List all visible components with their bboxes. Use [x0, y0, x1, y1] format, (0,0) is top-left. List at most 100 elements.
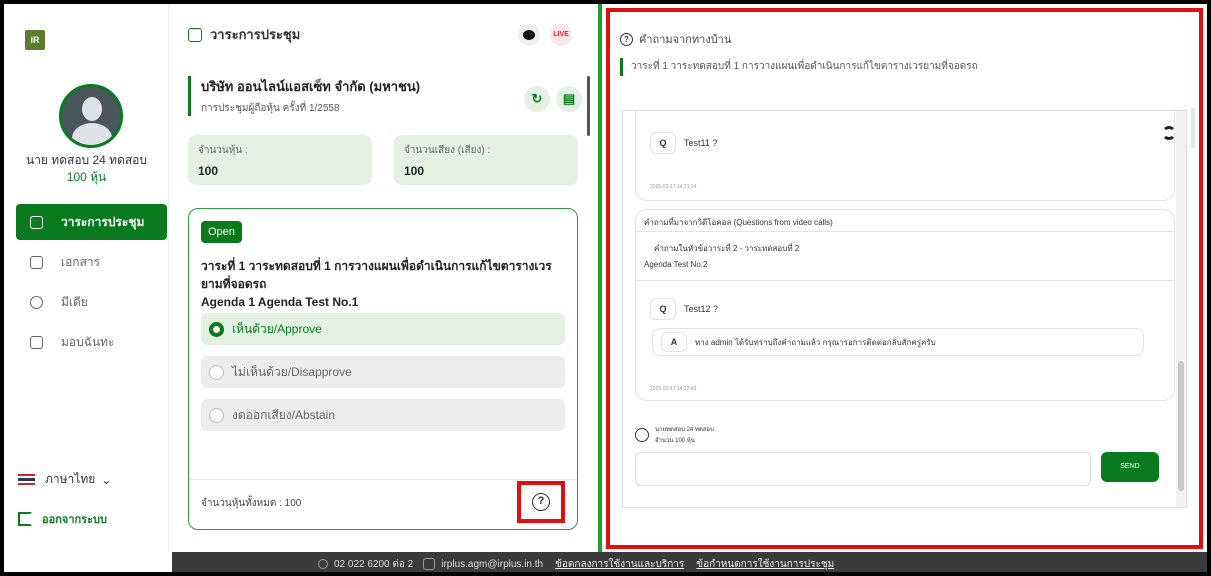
panel-divider[interactable]: [598, 4, 602, 552]
sidebar-item-label: มีเดีย: [61, 294, 88, 309]
live-icon[interactable]: LIVE: [550, 24, 572, 46]
media-icon: [30, 295, 43, 309]
video-call-agenda: คำถามในหัวข้อวาระที่ 2 - วาระทดสอบที่ 2: [654, 244, 800, 253]
user-avatar: [59, 84, 123, 148]
sidebar-item-proxy[interactable]: มอบฉันทะ: [16, 322, 167, 362]
meeting-terms-link[interactable]: ข้อกำหนดการใช้งานการประชุม: [696, 557, 834, 572]
logout-button[interactable]: ออกจากระบบ: [18, 510, 107, 528]
sidebar-item-label: วาระการประชุม: [61, 214, 145, 229]
agenda-panel-title: วาระการประชุม: [188, 24, 300, 45]
radio-icon: [209, 364, 224, 380]
logout-icon: [18, 512, 32, 526]
chat-icon[interactable]: [518, 24, 540, 46]
question-timestamp: 2025-02-17 14:21:14: [650, 184, 697, 190]
question-text: Test12 ?: [684, 304, 719, 314]
agenda-card: Open วาระที่ 1 วาระทดสอบที่ 1 การวางแผนเ…: [188, 208, 578, 530]
questions-panel: ? คำถามจากทางบ้าน วาระที่ 1 วาระทดสอบที่…: [606, 8, 1203, 549]
video-call-questions: คำถามที่มาจากวิดีโอคอล (Questions from v…: [635, 209, 1175, 401]
current-user-name: นายทดสอบ 24 ทดสอบ: [655, 427, 714, 433]
votes-label: จำนวนเสียง (เสียง) :: [404, 145, 491, 156]
user-shares: 100 หุ้น: [66, 170, 107, 184]
send-button[interactable]: SEND: [1101, 452, 1159, 482]
votes-card: จำนวนเสียง (เสียง) : 100: [394, 135, 578, 185]
shares-card: จำนวนหุ้น : 100: [188, 135, 372, 185]
avatar-head: [82, 97, 102, 121]
language-selector[interactable]: ภาษาไทย ⌄: [18, 470, 111, 489]
answer-row: A ทาง admin ได้รับทราบถึงคำถามแล้ว กรุณา…: [652, 328, 1144, 356]
ask-question-button[interactable]: ?: [517, 481, 565, 523]
questions-list: Q Test11 ? 2025-02-17 14:21:14 คำถามที่ม…: [622, 110, 1187, 508]
question-timestamp: 2025-02-17 14:22:43: [650, 386, 697, 392]
scrollbar[interactable]: [587, 76, 590, 136]
radio-checked-icon: [209, 321, 224, 337]
app-frame: iR นาย ทดสอบ 24 ทดสอบ 100 หุ้น วาระการปร…: [4, 4, 1207, 572]
total-shares: จำนวนหุ้นทั้งหมด : 100: [201, 498, 302, 509]
radio-icon: [209, 407, 224, 423]
chevron-down-icon: ⌄: [101, 472, 112, 487]
question-icon: ?: [620, 32, 633, 46]
sidebar-item-agenda[interactable]: วาระการประชุม: [16, 204, 167, 240]
vote-option-disapprove[interactable]: ไม่เห็นด้วย/Disapprove: [201, 356, 565, 388]
document-button[interactable]: ▤: [556, 86, 582, 112]
avatar-body: [72, 123, 112, 145]
video-call-agenda-en: Agenda Test No.2: [644, 260, 708, 269]
language-label: ภาษาไทย: [45, 472, 96, 486]
panel-scrollbar[interactable]: [1191, 108, 1195, 148]
divider: [189, 479, 577, 480]
status-badge: Open: [201, 221, 242, 243]
vote-option-label: ไม่เห็นด้วย/Disapprove: [232, 364, 352, 379]
irplus-logo: iR: [25, 30, 45, 50]
video-call-title: คำถามที่มาจากวิดีโอคอล (Questions from v…: [636, 210, 1174, 232]
agenda-icon: [30, 215, 43, 229]
agenda-panel-title-text: วาระการประชุม: [210, 27, 301, 42]
company-info: บริษัท ออนไลน์แอสเซ็ท จำกัด (มหาชน) การป…: [188, 76, 420, 116]
current-user-shares: จำนวน 100 หุ้น: [655, 438, 695, 444]
sidebar: iR นาย ทดสอบ 24 ทดสอบ 100 หุ้น วาระการปร…: [4, 4, 169, 552]
footer-email: irplus.agm@irplus.in.th: [441, 558, 544, 570]
scrollbar-thumb[interactable]: [1178, 361, 1184, 491]
questions-scrollbar[interactable]: [1176, 111, 1186, 507]
sidebar-item-documents[interactable]: เอกสาร: [16, 242, 167, 282]
question-text: Test11 ?: [684, 138, 718, 148]
vote-option-label: งดออกเสียง/Abstain: [232, 407, 336, 422]
document-icon: [30, 255, 43, 269]
current-user-info: นายทดสอบ 24 ทดสอบ จำนวน 100 หุ้น: [635, 425, 714, 447]
questions-agenda: วาระที่ 1 วาระทดสอบที่ 1 การวางแผนเพื่อด…: [620, 58, 978, 76]
agenda-panel: วาระการประชุม LIVE บริษัท ออนไลน์แอสเซ็ท…: [172, 4, 598, 552]
question-letter: Q: [650, 298, 676, 320]
agenda-title-en: Agenda 1 Agenda Test No.1: [201, 295, 359, 309]
logout-label: ออกจากระบบ: [42, 514, 107, 526]
questions-header-text: คำถามจากทางบ้าน: [639, 34, 732, 46]
question-letter: Q: [650, 132, 676, 154]
vote-option-label: เห็นด้วย/Approve: [232, 321, 322, 336]
sidebar-item-media[interactable]: มีเดีย: [16, 282, 167, 322]
question-row: Q Test12 ?: [650, 298, 718, 320]
sidebar-item-label: เอกสาร: [61, 254, 101, 269]
user-icon: [635, 428, 649, 442]
refresh-icon[interactable]: [1162, 126, 1176, 140]
agenda-title: วาระที่ 1 วาระทดสอบที่ 1 การวางแผนเพื่อด…: [201, 257, 571, 311]
question-icon: ?: [532, 493, 550, 511]
proxy-icon: [30, 335, 43, 349]
votes-value: 100: [404, 164, 425, 178]
sidebar-item-label: มอบฉันทะ: [61, 334, 115, 349]
agenda-icon: [188, 27, 202, 42]
footer: 02 022 6200 ต่อ 2 irplus.agm@irplus.in.t…: [172, 552, 1207, 572]
agenda-title-th: วาระที่ 1 วาระทดสอบที่ 1 การวางแผนเพื่อด…: [201, 259, 552, 291]
question-row: Q Test11 ?: [650, 132, 717, 154]
answer-letter: A: [661, 332, 687, 352]
answer-text: ทาง admin ได้รับทราบถึงคำถามแล้ว กรุณารอ…: [695, 337, 936, 347]
vote-option-abstain[interactable]: งดออกเสียง/Abstain: [201, 399, 565, 431]
shares-value: 100: [198, 164, 219, 178]
sidebar-nav: วาระการประชุม เอกสาร มีเดีย มอบฉันทะ: [16, 204, 167, 362]
questions-header: ? คำถามจากทางบ้าน: [620, 30, 731, 48]
vote-option-approve[interactable]: เห็นด้วย/Approve: [201, 313, 565, 345]
footer-phone: 02 022 6200 ต่อ 2: [334, 558, 414, 570]
question-card: Q Test11 ? 2025-02-17 14:21:14: [635, 111, 1176, 201]
refresh-button[interactable]: ↻: [524, 86, 550, 112]
company-name: บริษัท ออนไลน์แอสเซ็ท จำกัด (มหาชน): [201, 79, 421, 94]
terms-link[interactable]: ข้อตกลงการใช้งานและบริการ: [555, 557, 684, 572]
phone-icon: [318, 559, 328, 569]
thai-flag-icon: [18, 474, 35, 485]
question-input[interactable]: [635, 452, 1091, 486]
